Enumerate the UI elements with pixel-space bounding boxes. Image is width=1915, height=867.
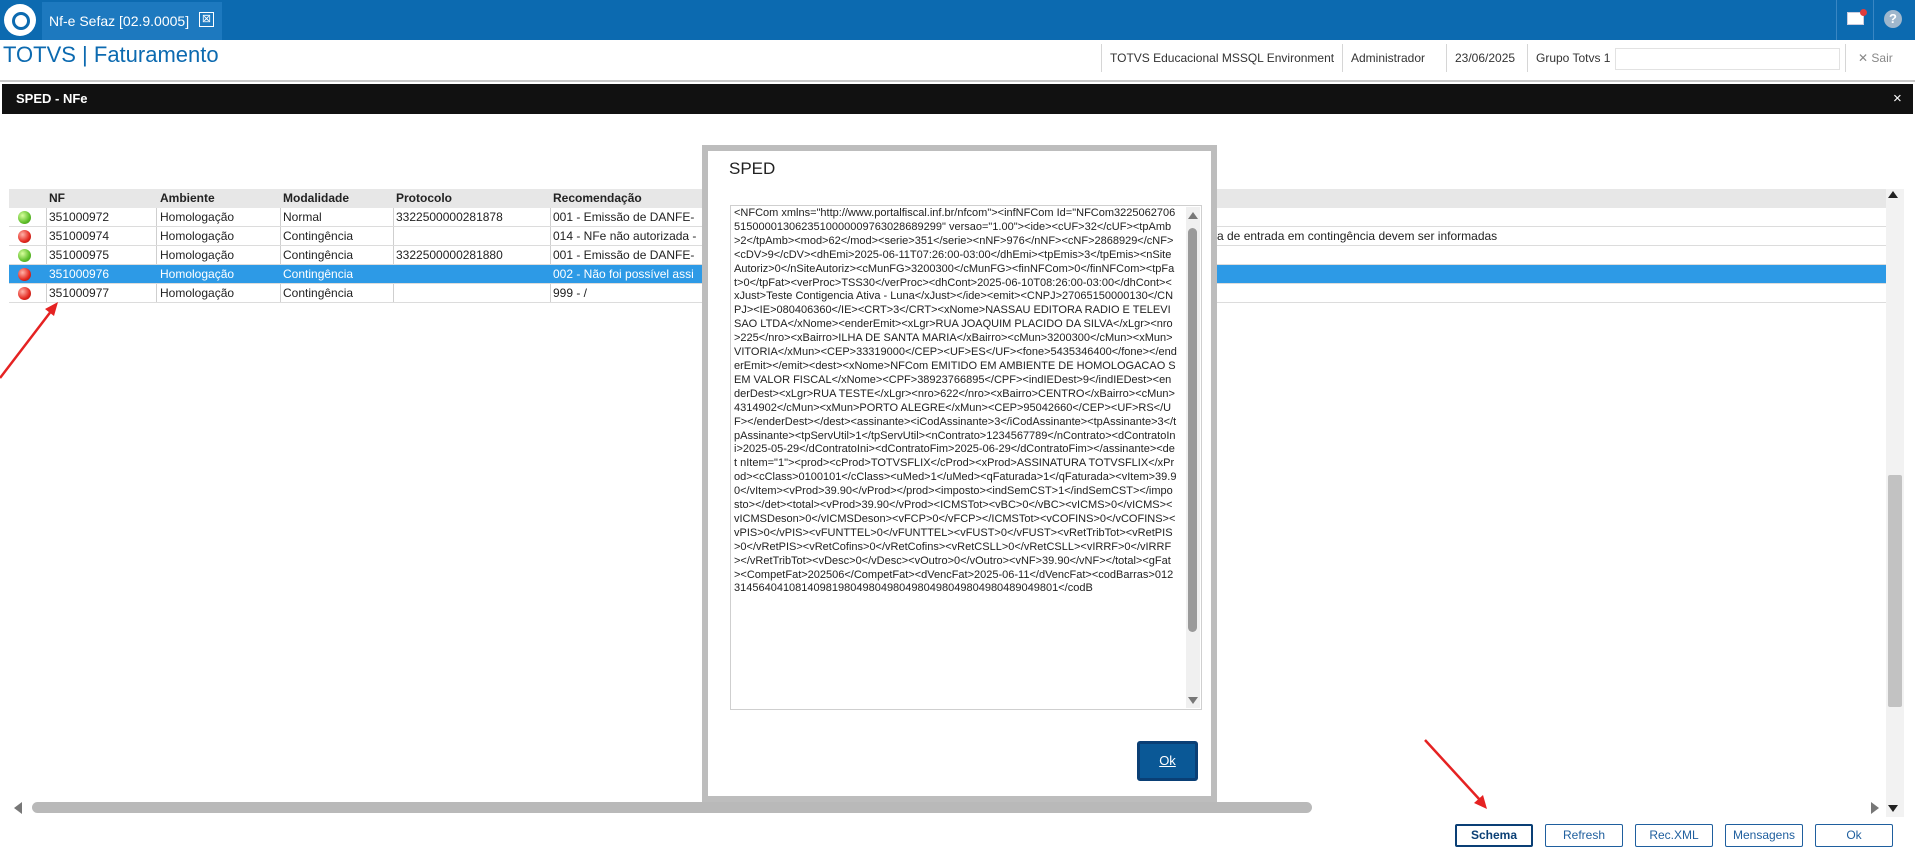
annotation-arrow-row bbox=[0, 309, 53, 379]
annotation-arrow-schema bbox=[1424, 739, 1481, 801]
annotation-arrows bbox=[0, 302, 1487, 809]
annotation-arrowhead-row bbox=[45, 302, 58, 316]
